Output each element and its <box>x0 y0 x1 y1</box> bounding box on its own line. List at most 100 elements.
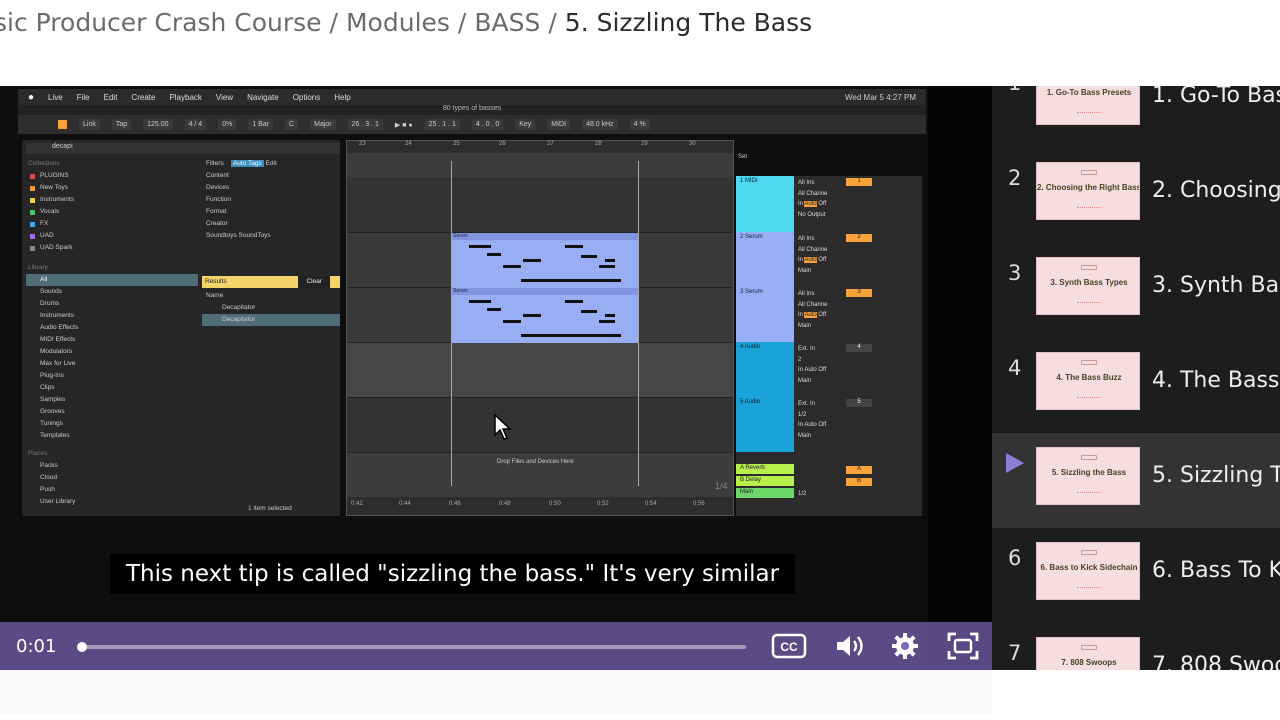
breadcrumb: sic Producer Crash Course / Modules / BASS/5… <box>0 0 1280 86</box>
video-player[interactable]: ● Live File Edit Create Playback View Na… <box>0 86 992 670</box>
lesson-thumbnail: 2. Choosing the Right Bass <box>1036 162 1140 220</box>
screen-filter-item: Filters Auto Tags Edit <box>206 160 277 167</box>
screen-filter-item: Devices <box>206 184 230 191</box>
closed-captions-icon: CC <box>771 633 807 659</box>
track-io: All Ins All Channe In Auto Off Main <box>798 291 828 329</box>
lesson-thumbnail: 1. Go-To Bass Presets <box>1036 86 1140 125</box>
screen-mixer-track: 1 MIDI All Ins All Channe In Auto Off No Ou… <box>736 176 922 232</box>
screen-library-item: Instruments <box>40 312 74 319</box>
screen-library-item: Modulators <box>40 348 73 355</box>
screen-mixer-track: 4 Audio Ext. In 2 In Auto Off Main 4 <box>736 342 922 397</box>
apple-icon: ● <box>28 91 35 103</box>
collection-color-dot <box>30 210 35 215</box>
screen-ctrl-value: 125.00 <box>143 119 173 130</box>
video-progress-knob[interactable] <box>77 642 88 652</box>
lesson-item[interactable]: 7 7. 808 Swoops 7. 808 Swoops <box>992 623 1280 670</box>
return-output: 1/2 <box>798 491 807 497</box>
screen-library-item: Audio Effects <box>40 324 79 331</box>
screen-filter-item: Content <box>206 172 229 179</box>
screen-menubar: ● Live File Edit Create Playback View Na… <box>18 89 926 105</box>
waveform-icon <box>1077 587 1101 593</box>
lesson-number: 6 <box>1008 546 1022 570</box>
gear-icon <box>892 633 918 659</box>
thumbnail-tag <box>1081 645 1097 650</box>
lesson-item[interactable]: 4 4. The Bass Buzz 4. The Bass Buzz <box>992 338 1280 433</box>
return-header: B Delay <box>736 476 794 486</box>
lesson-title: 4. The Bass Buzz <box>1152 368 1280 393</box>
screen-collection-item: New Toys <box>26 182 198 194</box>
screen-control-bar: Link Tap 125.00 4 / 4 0% 1 Bar C Major 2… <box>18 115 926 135</box>
screen-menu-item: Help <box>334 92 351 102</box>
thumbnail-tag <box>1081 360 1097 365</box>
thumbnail-tag <box>1081 265 1097 270</box>
screen-set-button: Set <box>738 154 748 160</box>
screen-menu-item: Edit <box>103 92 118 102</box>
breadcrumb-separator: / <box>329 8 338 37</box>
screen-collections-header: Collections <box>28 160 60 167</box>
screen-ctrl-value: Link <box>79 119 100 130</box>
lesson-item[interactable]: 2 2. Choosing the Right Bass 2. Choosing t… <box>992 148 1280 243</box>
screen-collection-item: Instruments <box>26 194 198 206</box>
lesson-item[interactable]: 3 3. Synth Bass Types 3. Synth Bass Types <box>992 243 1280 338</box>
screen-menu-item: File <box>76 92 90 102</box>
screen-library-item: All <box>26 274 198 286</box>
screen-ctrl-value: Major <box>310 119 336 130</box>
screen-library-item: Sounds <box>40 288 63 295</box>
video-subtitle: This next tip is called "sizzling the ba… <box>110 554 796 594</box>
screen-places-item: Push <box>40 486 55 493</box>
screen-time-ruler: 0:42 0:44 0:46 0:48 0:50 0:52 0:54 0:56 <box>347 497 733 515</box>
lesson-number: 2 <box>1008 166 1022 190</box>
screen-ctrl-value: 4 / 4 <box>184 119 207 130</box>
lesson-number: 7 <box>1008 641 1022 665</box>
screen-ctrl-value: 0% <box>218 119 237 130</box>
track-io: All Ins All Channe In Auto Off No Output <box>798 180 828 218</box>
screen-places-item: User Library <box>40 498 76 505</box>
screen-library-item: Grooves <box>40 408 65 415</box>
screen-result-item: Decapitator <box>222 304 256 311</box>
screen-ctrl-value: 25 . 1 . 1 <box>424 119 460 130</box>
breadcrumb-modules-link[interactable]: Modules <box>346 8 450 37</box>
collection-color-dot <box>30 222 35 227</box>
screen-browser-sidebar: Collections PLUGINS New Toys Instruments… <box>26 158 198 508</box>
breadcrumb-section-link[interactable]: BASS <box>474 8 540 37</box>
volume-icon <box>837 636 863 656</box>
screen-arrangement: 23 24 25 26 27 28 29 30 Serum Serum Drop… <box>346 140 734 516</box>
screen-filter-item: Function <box>206 196 231 203</box>
screen-menu-item: View <box>215 92 234 102</box>
lesson-thumbnail: 4. The Bass Buzz <box>1036 352 1140 410</box>
fullscreen-button[interactable] <box>944 628 982 664</box>
video-current-time: 0:01 <box>16 636 57 657</box>
track-io: Ext. In 2 In Auto Off Main <box>798 346 827 384</box>
track-header: 3 Serum <box>736 287 794 342</box>
breadcrumb-course-link[interactable]: sic Producer Crash Course <box>0 8 322 37</box>
lesson-item[interactable]: 5. Sizzling the Bass 5. Sizzling The Bass <box>992 433 1280 528</box>
screen-collection-item: Vocals <box>26 206 198 218</box>
screen-clock: Wed Mar 5 4:27 PM <box>845 92 916 102</box>
screen-menu-item: Live <box>48 92 63 102</box>
thumbnail-title: 7. 808 Swoops <box>1061 658 1117 667</box>
screen-result-item: Decapitator <box>202 314 340 326</box>
lesson-thumbnail: 3. Synth Bass Types <box>1036 257 1140 315</box>
screen-ctrl-value: Tap <box>111 119 132 130</box>
lesson-item[interactable]: 1 1. Go-To Bass Presets 1. Go-To Bass Pres… <box>992 86 1280 148</box>
video-progress-bar[interactable] <box>77 642 746 652</box>
screen-library-item: Samples <box>40 396 66 403</box>
lesson-title: 3. Synth Bass Types <box>1152 273 1280 298</box>
screen-loop-region <box>451 161 639 486</box>
screen-collection-item: UAD Spark <box>26 242 198 254</box>
breadcrumb-line: sic Producer Crash Course / Modules / BASS/5… <box>0 8 812 37</box>
lesson-number: 1 <box>1008 86 1021 95</box>
track-header: 1 MIDI <box>736 176 794 232</box>
screen-library-item: MIDI Effects <box>40 336 76 343</box>
screen-library-item: Templates <box>40 432 70 439</box>
volume-button[interactable] <box>830 628 868 664</box>
lesson-item[interactable]: 6 6. Bass to Kick Sidechain 6. Bass To Kic… <box>992 528 1280 623</box>
track-io: All Ins All Channe In Auto Off Main <box>798 236 828 274</box>
screen-library-header: Library <box>28 264 48 271</box>
screen-results-bar: Results Clear <box>202 276 340 288</box>
screen-ctrl-value: Key <box>515 119 536 130</box>
return-header: A Reverb <box>736 464 794 474</box>
settings-button[interactable] <box>886 628 924 664</box>
captions-button[interactable]: CC <box>770 628 808 664</box>
lesson-title: 5. Sizzling The Bass <box>1152 463 1280 488</box>
